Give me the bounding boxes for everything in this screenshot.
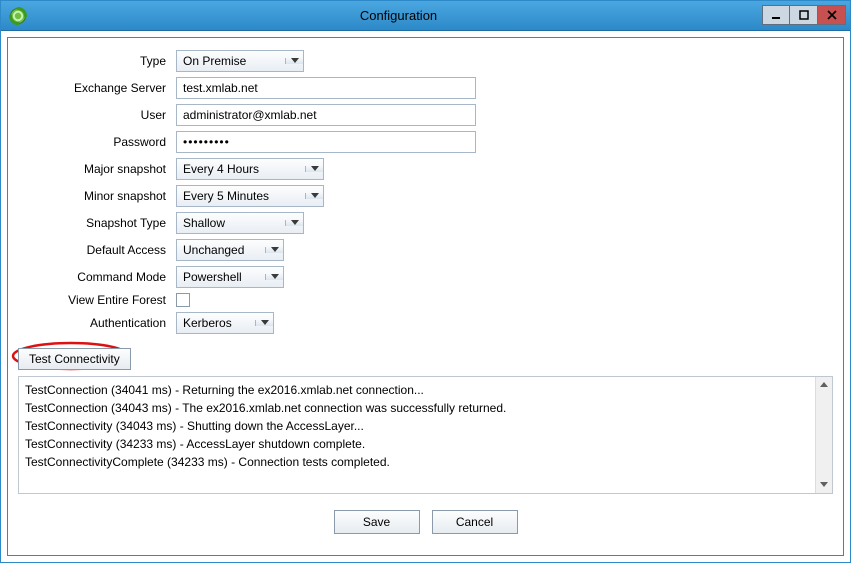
log-line: TestConnectivityComplete (34233 ms) - Co… bbox=[25, 453, 826, 471]
minor-snapshot-value: Every 5 Minutes bbox=[177, 189, 305, 203]
user-label: User bbox=[18, 108, 168, 122]
log-line: TestConnection (34043 ms) - The ex2016.x… bbox=[25, 399, 826, 417]
major-snapshot-value: Every 4 Hours bbox=[177, 162, 305, 176]
default-access-label: Default Access bbox=[18, 243, 168, 257]
minimize-button[interactable] bbox=[762, 5, 790, 25]
password-input[interactable]: ••••••••• bbox=[176, 131, 476, 153]
minor-snapshot-label: Minor snapshot bbox=[18, 189, 168, 203]
auth-label: Authentication bbox=[18, 316, 168, 330]
default-access-value: Unchanged bbox=[177, 243, 265, 257]
close-button[interactable] bbox=[818, 5, 846, 25]
scroll-down-icon[interactable] bbox=[817, 477, 832, 493]
button-bar: Save Cancel bbox=[18, 494, 833, 540]
user-input[interactable]: administrator@xmlab.net bbox=[176, 104, 476, 126]
auth-value: Kerberos bbox=[177, 316, 255, 330]
snapshot-type-label: Snapshot Type bbox=[18, 216, 168, 230]
major-snapshot-combo[interactable]: Every 4 Hours bbox=[176, 158, 324, 180]
configuration-window: Configuration Type On Premise Exchange bbox=[0, 0, 851, 563]
auth-combo[interactable]: Kerberos bbox=[176, 312, 274, 334]
chevron-down-icon bbox=[265, 247, 283, 253]
command-mode-combo[interactable]: Powershell bbox=[176, 266, 284, 288]
scroll-up-icon[interactable] bbox=[817, 377, 832, 393]
server-label: Exchange Server bbox=[18, 81, 168, 95]
chevron-down-icon bbox=[285, 220, 303, 226]
snapshot-type-combo[interactable]: Shallow bbox=[176, 212, 304, 234]
chevron-down-icon bbox=[305, 166, 323, 172]
cancel-button[interactable]: Cancel bbox=[432, 510, 518, 534]
server-input[interactable]: test.xmlab.net bbox=[176, 77, 476, 99]
titlebar: Configuration bbox=[1, 1, 850, 31]
test-connectivity-button[interactable]: Test Connectivity bbox=[18, 348, 131, 370]
window-title: Configuration bbox=[35, 8, 762, 23]
chevron-down-icon bbox=[305, 193, 323, 199]
password-label: Password bbox=[18, 135, 168, 149]
password-value: ••••••••• bbox=[183, 135, 230, 149]
type-value: On Premise bbox=[177, 54, 285, 68]
chevron-down-icon bbox=[285, 58, 303, 64]
view-entire-forest-checkbox[interactable] bbox=[176, 293, 190, 307]
type-combo[interactable]: On Premise bbox=[176, 50, 304, 72]
major-snapshot-label: Major snapshot bbox=[18, 162, 168, 176]
content-panel: Type On Premise Exchange Server test.xml… bbox=[7, 37, 844, 556]
type-label: Type bbox=[18, 54, 168, 68]
minor-snapshot-combo[interactable]: Every 5 Minutes bbox=[176, 185, 324, 207]
window-controls bbox=[762, 5, 846, 27]
save-button[interactable]: Save bbox=[334, 510, 420, 534]
log-line: TestConnection (34041 ms) - Returning th… bbox=[25, 381, 826, 399]
maximize-button[interactable] bbox=[790, 5, 818, 25]
command-mode-value: Powershell bbox=[177, 270, 265, 284]
snapshot-type-value: Shallow bbox=[177, 216, 285, 230]
log-line: TestConnectivity (34233 ms) - AccessLaye… bbox=[25, 435, 826, 453]
log-scrollbar[interactable] bbox=[815, 377, 832, 493]
user-value: administrator@xmlab.net bbox=[183, 108, 317, 122]
app-icon bbox=[9, 7, 27, 25]
test-section: Test Connectivity bbox=[18, 348, 833, 370]
server-value: test.xmlab.net bbox=[183, 81, 258, 95]
chevron-down-icon bbox=[265, 274, 283, 280]
forest-label: View Entire Forest bbox=[18, 293, 168, 307]
log-panel: TestConnection (34041 ms) - Returning th… bbox=[18, 376, 833, 494]
config-form: Type On Premise Exchange Server test.xml… bbox=[18, 50, 833, 334]
chevron-down-icon bbox=[255, 320, 273, 326]
default-access-combo[interactable]: Unchanged bbox=[176, 239, 284, 261]
log-line: TestConnectivity (34043 ms) - Shutting d… bbox=[25, 417, 826, 435]
command-mode-label: Command Mode bbox=[18, 270, 168, 284]
